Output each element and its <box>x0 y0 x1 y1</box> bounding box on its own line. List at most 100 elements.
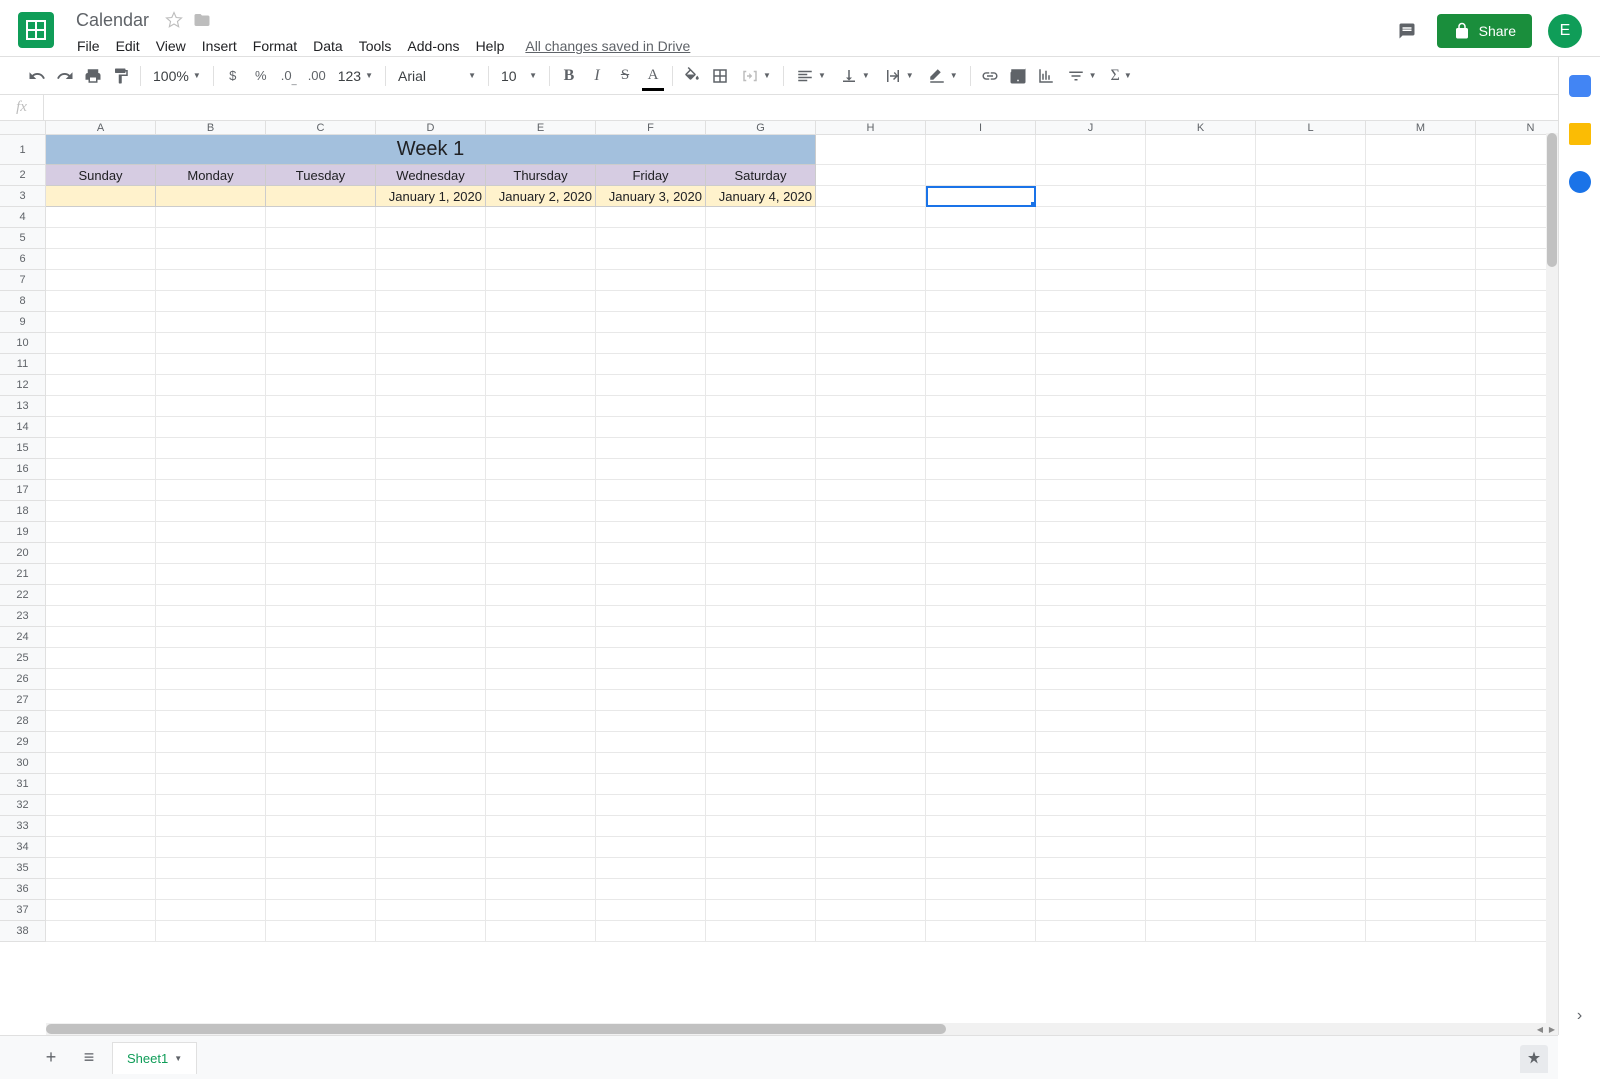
cell-I5[interactable] <box>926 228 1036 249</box>
cell-M32[interactable] <box>1366 795 1476 816</box>
cell-I10[interactable] <box>926 333 1036 354</box>
row-header-30[interactable]: 30 <box>0 753 46 774</box>
cell-J27[interactable] <box>1036 690 1146 711</box>
cell-F3[interactable]: January 3, 2020 <box>596 186 706 207</box>
cell-C16[interactable] <box>266 459 376 480</box>
cell-E38[interactable] <box>486 921 596 942</box>
cell-E15[interactable] <box>486 438 596 459</box>
cell-F5[interactable] <box>596 228 706 249</box>
cell-H3[interactable] <box>816 186 926 207</box>
cell-B22[interactable] <box>156 585 266 606</box>
cell-M19[interactable] <box>1366 522 1476 543</box>
share-button[interactable]: Share <box>1437 14 1532 48</box>
row-header-12[interactable]: 12 <box>0 375 46 396</box>
cell-G22[interactable] <box>706 585 816 606</box>
cell-M29[interactable] <box>1366 732 1476 753</box>
cell-M36[interactable] <box>1366 879 1476 900</box>
cell-M12[interactable] <box>1366 375 1476 396</box>
cell-B37[interactable] <box>156 900 266 921</box>
cell-G17[interactable] <box>706 480 816 501</box>
cell-H1[interactable] <box>816 135 926 165</box>
cell-C20[interactable] <box>266 543 376 564</box>
cell-F31[interactable] <box>596 774 706 795</box>
column-header-K[interactable]: K <box>1146 121 1256 135</box>
cell-E25[interactable] <box>486 648 596 669</box>
cell-E3[interactable]: January 2, 2020 <box>486 186 596 207</box>
cell-H9[interactable] <box>816 312 926 333</box>
cell-K32[interactable] <box>1146 795 1256 816</box>
cell-A32[interactable] <box>46 795 156 816</box>
cell-M22[interactable] <box>1366 585 1476 606</box>
cell-L23[interactable] <box>1256 606 1366 627</box>
menu-edit[interactable]: Edit <box>109 34 147 58</box>
cell-L28[interactable] <box>1256 711 1366 732</box>
cell-H25[interactable] <box>816 648 926 669</box>
cell-C12[interactable] <box>266 375 376 396</box>
link-icon[interactable] <box>977 63 1003 89</box>
row-header-6[interactable]: 6 <box>0 249 46 270</box>
cell-E31[interactable] <box>486 774 596 795</box>
cell-F17[interactable] <box>596 480 706 501</box>
cell-I31[interactable] <box>926 774 1036 795</box>
cell-M28[interactable] <box>1366 711 1476 732</box>
cell-B9[interactable] <box>156 312 266 333</box>
cell-M31[interactable] <box>1366 774 1476 795</box>
cell-L13[interactable] <box>1256 396 1366 417</box>
cell-E17[interactable] <box>486 480 596 501</box>
cell-E34[interactable] <box>486 837 596 858</box>
cell-H29[interactable] <box>816 732 926 753</box>
cell-K36[interactable] <box>1146 879 1256 900</box>
cell-M15[interactable] <box>1366 438 1476 459</box>
cell-F35[interactable] <box>596 858 706 879</box>
row-header-17[interactable]: 17 <box>0 480 46 501</box>
cell-C35[interactable] <box>266 858 376 879</box>
cell-B36[interactable] <box>156 879 266 900</box>
cell-J4[interactable] <box>1036 207 1146 228</box>
cell-E33[interactable] <box>486 816 596 837</box>
add-sheet-button[interactable]: + <box>36 1043 66 1073</box>
menu-file[interactable]: File <box>70 34 107 58</box>
cell-B26[interactable] <box>156 669 266 690</box>
cell-C32[interactable] <box>266 795 376 816</box>
cell-G34[interactable] <box>706 837 816 858</box>
font-dropdown[interactable]: Arial▼ <box>392 63 482 89</box>
cell-J22[interactable] <box>1036 585 1146 606</box>
cell-L26[interactable] <box>1256 669 1366 690</box>
cell-E27[interactable] <box>486 690 596 711</box>
cell-B31[interactable] <box>156 774 266 795</box>
cell-L1[interactable] <box>1256 135 1366 165</box>
cell-J33[interactable] <box>1036 816 1146 837</box>
cell-I11[interactable] <box>926 354 1036 375</box>
cell-G11[interactable] <box>706 354 816 375</box>
cell-F2[interactable]: Friday <box>596 165 706 186</box>
row-header-26[interactable]: 26 <box>0 669 46 690</box>
cell-A37[interactable] <box>46 900 156 921</box>
cell-G31[interactable] <box>706 774 816 795</box>
cell-L12[interactable] <box>1256 375 1366 396</box>
cell-G38[interactable] <box>706 921 816 942</box>
tasks-addon-icon[interactable] <box>1569 171 1591 193</box>
cell-H36[interactable] <box>816 879 926 900</box>
cell-H13[interactable] <box>816 396 926 417</box>
cell-D7[interactable] <box>376 270 486 291</box>
cell-G9[interactable] <box>706 312 816 333</box>
cell-C36[interactable] <box>266 879 376 900</box>
row-header-9[interactable]: 9 <box>0 312 46 333</box>
cell-F28[interactable] <box>596 711 706 732</box>
cell-F27[interactable] <box>596 690 706 711</box>
cell-K33[interactable] <box>1146 816 1256 837</box>
cell-D27[interactable] <box>376 690 486 711</box>
cell-B20[interactable] <box>156 543 266 564</box>
cell-M8[interactable] <box>1366 291 1476 312</box>
cell-L11[interactable] <box>1256 354 1366 375</box>
cell-A19[interactable] <box>46 522 156 543</box>
row-header-1[interactable]: 1 <box>0 135 46 165</box>
cell-B35[interactable] <box>156 858 266 879</box>
row-header-5[interactable]: 5 <box>0 228 46 249</box>
cell-D18[interactable] <box>376 501 486 522</box>
cell-C13[interactable] <box>266 396 376 417</box>
cell-D16[interactable] <box>376 459 486 480</box>
cell-G30[interactable] <box>706 753 816 774</box>
cell-F32[interactable] <box>596 795 706 816</box>
cell-D15[interactable] <box>376 438 486 459</box>
